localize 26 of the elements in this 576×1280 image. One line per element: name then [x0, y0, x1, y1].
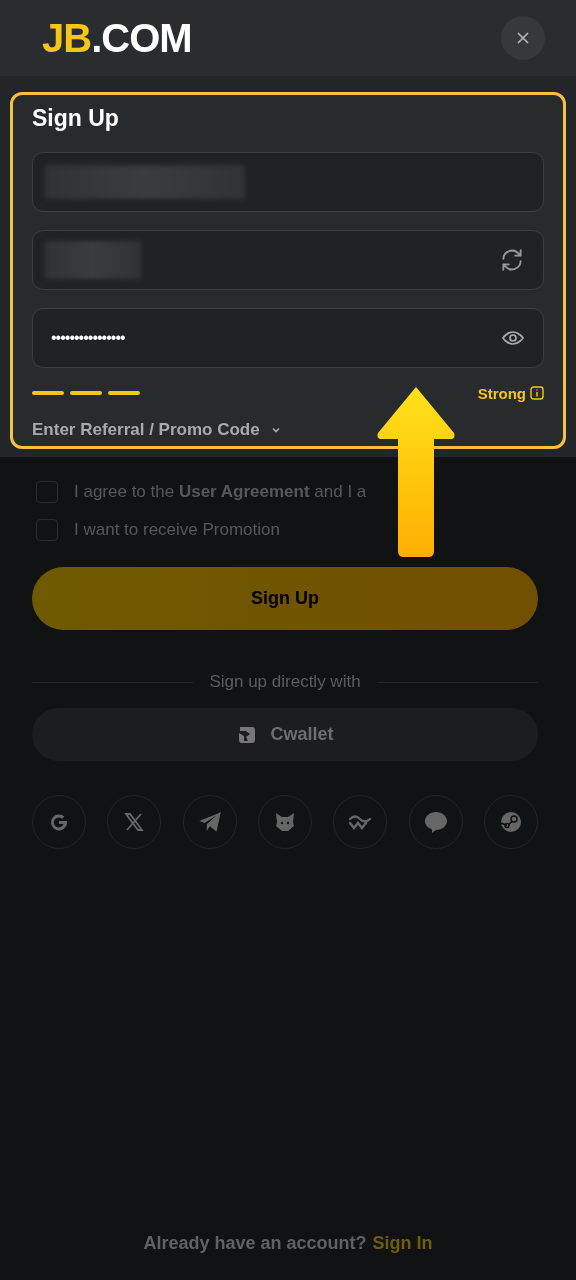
info-icon[interactable] — [530, 386, 544, 400]
input-field[interactable]: •••••••••••••••• — [32, 308, 544, 368]
form-title: Sign Up — [32, 105, 120, 132]
close-button[interactable] — [501, 16, 545, 60]
divider-label: Sign up directly with — [209, 672, 361, 692]
chat-bubble-icon — [422, 810, 449, 834]
checkbox[interactable] — [36, 481, 58, 503]
footer-text: Already have an account? — [143, 1233, 367, 1254]
referral-toggle[interactable]: Enter Referral / Promo Code — [32, 420, 282, 440]
input-field[interactable] — [32, 152, 544, 212]
logo: JB.COM — [42, 15, 192, 61]
input-field[interactable] — [32, 230, 544, 290]
checkbox[interactable] — [36, 519, 58, 541]
close-icon — [516, 31, 530, 45]
steam-icon — [498, 810, 523, 834]
checkbox-label: I want to receive Promotion — [74, 520, 280, 540]
sign-up-button[interactable]: Sign Up — [32, 567, 538, 630]
checkbox-label: I agree to the User Agreement and I a — [74, 482, 367, 502]
fox-icon — [273, 810, 297, 834]
wave-icon — [347, 813, 374, 831]
refresh-icon[interactable] — [499, 247, 525, 273]
wallet-button[interactable]: Cwallet — [32, 708, 538, 761]
strength-label: Strong — [477, 384, 526, 402]
password-value: •••••••••••••••• — [50, 329, 125, 347]
sign-in-link[interactable]: Sign In — [372, 1233, 433, 1254]
x-icon — [123, 811, 146, 833]
